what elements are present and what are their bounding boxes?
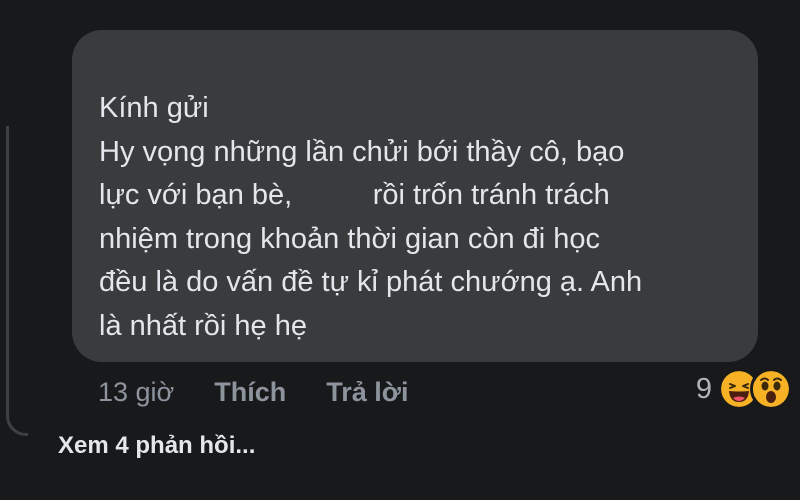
comment-text: Kính gửi Hy vọng những lần chửi bới thầy…	[99, 92, 643, 342]
like-button[interactable]: Thích	[214, 377, 286, 408]
reply-thread-line	[6, 126, 28, 436]
view-replies-link[interactable]: Xem 4 phản hồi...	[58, 432, 255, 460]
wow-icon	[750, 368, 792, 410]
reply-button[interactable]: Trả lời	[326, 377, 408, 408]
comment-actions: 13 giờ Thích Trả lời	[98, 372, 409, 412]
reaction-count: 9	[695, 372, 712, 405]
comment-bubble: Kính gửi Hy vọng những lần chửi bới thầy…	[72, 30, 758, 362]
comment-timestamp[interactable]: 13 giờ	[98, 377, 174, 408]
reactions-summary[interactable]: 9	[696, 364, 792, 414]
reaction-icons	[718, 368, 792, 410]
